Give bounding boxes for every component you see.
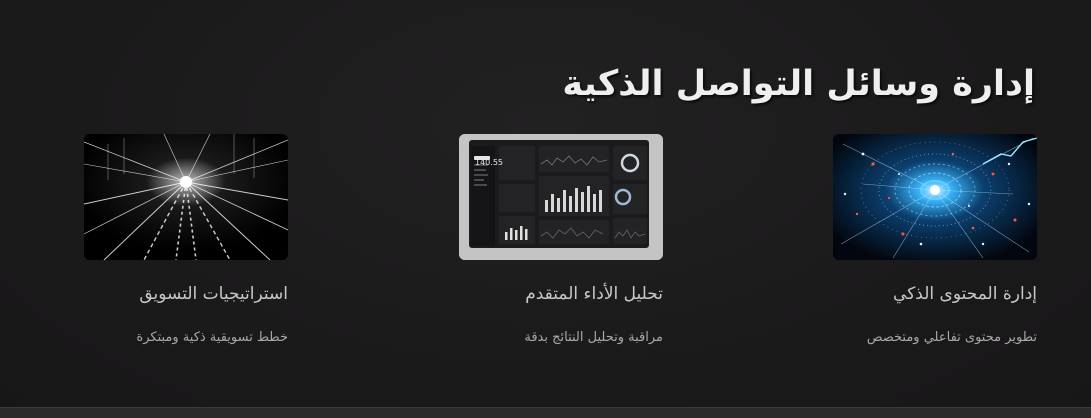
service-card-marketing[interactable]: استراتيجيات التسويق خطط تسويقية ذكية ومب…: [84, 134, 288, 345]
dashboard-value: 140.55: [475, 158, 503, 167]
card-title: إدارة المحتوى الذكي: [893, 284, 1037, 304]
card-image-dashboard: 140.55: [459, 134, 663, 260]
service-card-content[interactable]: إدارة المحتوى الذكي تطوير محتوى تفاعلي و…: [833, 134, 1037, 345]
card-description: مراقبة وتحليل النتائج بدقة: [524, 330, 663, 345]
card-image-light-tunnel: [84, 134, 288, 260]
card-description: خطط تسويقية ذكية ومبتكرة: [136, 330, 288, 345]
page-title: إدارة وسائل التواصل الذكية: [562, 64, 1035, 105]
bottom-bar: [0, 407, 1091, 418]
card-title: تحليل الأداء المتقدم: [525, 284, 663, 304]
card-title: استراتيجيات التسويق: [139, 284, 288, 304]
service-card-analytics[interactable]: 140.55 تحليل الأداء المتقدم مراقبة وتحلي…: [459, 134, 663, 345]
card-image-network: [833, 134, 1037, 260]
card-description: تطوير محتوى تفاعلي ومتخصص: [866, 330, 1037, 345]
